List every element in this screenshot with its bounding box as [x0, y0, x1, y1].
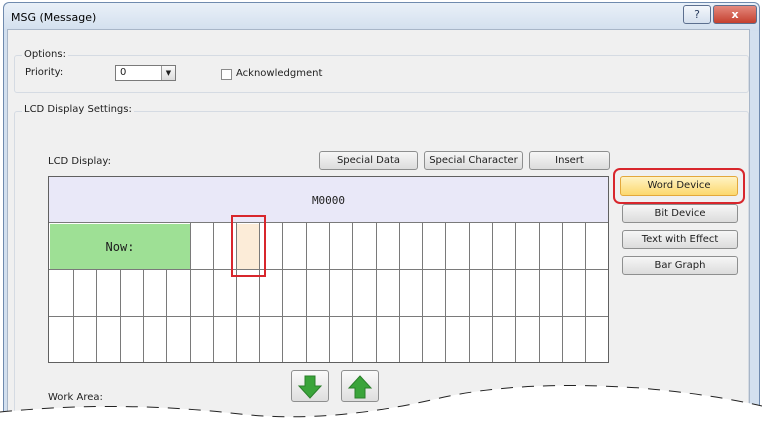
lcd-display-grid[interactable]: M0000 Now:	[48, 176, 609, 363]
chevron-down-icon[interactable]: ▼	[161, 66, 175, 80]
acknowledgment-label: Acknowledgment	[236, 68, 323, 79]
torn-edge	[0, 385, 762, 428]
window-title: MSG (Message)	[11, 11, 97, 24]
bar-graph-button[interactable]: Bar Graph	[622, 256, 738, 275]
special-character-button[interactable]: Special Character	[424, 151, 523, 170]
bit-device-button[interactable]: Bit Device	[622, 204, 738, 223]
word-device-button[interactable]: Word Device	[620, 176, 738, 196]
priority-label: Priority:	[25, 67, 64, 78]
lcd-grid-lines	[49, 223, 608, 362]
lcd-display-label: LCD Display:	[48, 156, 111, 167]
acknowledgment-checkbox[interactable]	[221, 69, 232, 80]
options-group-label: Options:	[22, 49, 68, 60]
priority-value: 0	[120, 67, 127, 78]
insert-button[interactable]: Insert	[529, 151, 610, 170]
text-with-effect-button[interactable]: Text with Effect	[622, 230, 738, 249]
priority-select[interactable]: 0 ▼	[115, 65, 176, 81]
lcd-settings-group-label: LCD Display Settings:	[22, 104, 134, 115]
title-bar: MSG (Message) ? x	[4, 3, 759, 31]
close-icon: x	[731, 8, 739, 21]
help-icon: ?	[694, 8, 700, 21]
close-button[interactable]: x	[713, 5, 757, 24]
cursor-cell-highlight	[231, 215, 266, 277]
help-button[interactable]: ?	[683, 5, 711, 24]
special-data-button[interactable]: Special Data	[319, 151, 418, 170]
